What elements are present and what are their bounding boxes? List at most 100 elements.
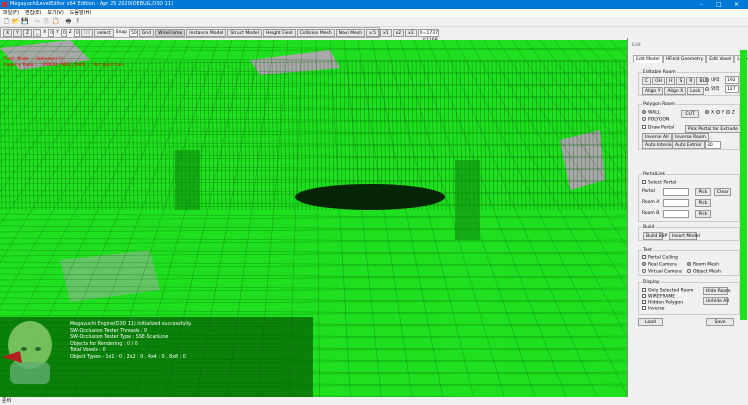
room-oh-button[interactable]: OH: [652, 77, 666, 85]
inner-input[interactable]: 192: [725, 76, 739, 84]
tab-edit-model[interactable]: Edit Model: [633, 55, 663, 63]
room-r-button[interactable]: R: [686, 77, 696, 85]
axis-none-button[interactable]: _: [32, 28, 42, 37]
real-camera-radio[interactable]: [642, 262, 646, 266]
select-portal-checkbox[interactable]: [642, 180, 646, 184]
room-b-input[interactable]: [663, 210, 689, 218]
polygon-radio[interactable]: [642, 117, 646, 121]
portal-culling-checkbox[interactable]: [642, 255, 646, 259]
inverse-room-button[interactable]: Inverse Room: [672, 133, 709, 141]
paste-icon[interactable]: 📋: [52, 18, 59, 25]
pick-room-b-button[interactable]: Pick: [695, 210, 711, 218]
tab-hfield-geometry[interactable]: HField Geometry: [662, 55, 707, 63]
group-label: PortalLink: [642, 172, 667, 177]
wall-radio[interactable]: [642, 110, 646, 114]
save-icon[interactable]: 💾: [21, 18, 28, 25]
y-input[interactable]: 0: [60, 28, 67, 37]
log-line: Megayuchi Engine(D3D 11) Initialized suc…: [70, 322, 192, 327]
only-selected-room-checkbox[interactable]: [642, 288, 646, 292]
scale-half-button[interactable]: x.5: [366, 28, 380, 37]
axis-z-button[interactable]: Z: [22, 28, 32, 37]
extrude-input[interactable]: 30: [705, 141, 721, 149]
new-file-icon[interactable]: 🗋: [3, 18, 10, 25]
instance-model-button[interactable]: Instance Model: [186, 28, 227, 37]
object-mesh-label: Object Mesh: [693, 269, 721, 275]
z-input[interactable]: 0: [73, 28, 80, 37]
load-button[interactable]: Load: [638, 318, 663, 326]
scale-2-button[interactable]: x2: [392, 28, 405, 37]
hide-room-button[interactable]: Hide Room: [703, 287, 731, 295]
select-button[interactable]: select: [94, 28, 114, 37]
axis-y-radio[interactable]: [715, 110, 720, 114]
collision-mesh-button[interactable]: Collision Mesh: [296, 28, 335, 37]
pick-room-a-button[interactable]: Pick: [695, 199, 711, 207]
portal-input[interactable]: [663, 188, 689, 196]
tab-edit-voxel[interactable]: Edit Voxel: [706, 55, 735, 63]
axis-y-button[interactable]: Y: [13, 28, 22, 37]
group-label: Test: [642, 248, 653, 253]
cut-button[interactable]: CUT: [681, 110, 699, 118]
height-field-button[interactable]: Height Field: [262, 28, 296, 37]
inverse-checkbox[interactable]: [642, 306, 646, 310]
help-icon[interactable]: ?: [74, 18, 81, 25]
x-input[interactable]: 0: [48, 28, 55, 37]
clear-button[interactable]: Clear: [714, 188, 731, 196]
insert-model-button[interactable]: Insert Model: [669, 232, 700, 240]
pick-portal-button[interactable]: Pick Portal for Extrude: [685, 125, 741, 133]
ok-button[interactable]: OK: [80, 28, 94, 37]
build-group: Build Build BSP Insert Model: [638, 225, 740, 241]
snap-input[interactable]: 50: [128, 28, 138, 37]
align-x-button[interactable]: Align X: [664, 87, 687, 95]
draw-portal-label: Draw Portal: [648, 125, 675, 131]
room-s-button[interactable]: S: [676, 77, 686, 85]
room-h-button[interactable]: H: [666, 77, 676, 85]
lock-button[interactable]: Lock: [687, 87, 704, 95]
print-icon[interactable]: 🖶: [65, 18, 72, 25]
open-folder-icon[interactable]: 📂: [12, 18, 19, 25]
hidden-polygon-checkbox[interactable]: [642, 300, 646, 304]
snap-label: Snap: [115, 30, 127, 35]
maximize-button[interactable]: □: [716, 0, 722, 9]
inner-radio[interactable]: [705, 77, 709, 82]
grid-button[interactable]: Grid: [138, 28, 155, 37]
scale-1-button[interactable]: x1: [380, 28, 392, 37]
save-button[interactable]: Save: [706, 318, 734, 326]
virtual-camera-radio[interactable]: [642, 269, 646, 273]
room-a-input[interactable]: [663, 199, 689, 207]
menu-file[interactable]: 파일(F): [3, 9, 19, 17]
build-bsp-button[interactable]: Build BSP: [643, 232, 667, 240]
wireframe-label: WIREFRAME: [648, 294, 676, 300]
outer-radio[interactable]: [705, 86, 709, 91]
menu-view[interactable]: 보기(V): [47, 9, 64, 17]
close-button[interactable]: ✕: [734, 0, 739, 9]
menu-help[interactable]: 도움말(H): [70, 9, 91, 17]
scale-3-button[interactable]: x3: [405, 28, 417, 37]
align-y-button[interactable]: Align Y: [642, 87, 664, 95]
cut-icon[interactable]: ✂: [34, 18, 41, 25]
pick-portal-link-button[interactable]: Pick: [695, 188, 711, 196]
gray-wall-patch: [560, 130, 605, 190]
unhide-all-button[interactable]: Unhide All: [703, 297, 729, 305]
axis-z-radio[interactable]: [725, 110, 730, 114]
dark-pit: [295, 184, 445, 210]
draw-portal-checkbox[interactable]: [642, 125, 646, 129]
inverse-all-button[interactable]: Inverse All: [642, 133, 672, 141]
menu-edit[interactable]: 편집(E): [25, 9, 41, 17]
wireframe-checkbox[interactable]: [642, 294, 646, 298]
gray-floor-patch: [60, 250, 160, 302]
copy-icon[interactable]: ⎘: [43, 18, 50, 25]
object-mesh-radio[interactable]: [687, 269, 691, 273]
axis-x-button[interactable]: X: [3, 28, 13, 37]
3d-viewport[interactable]: Tool Mode : Unknown(?) Camera Mode : CAM…: [0, 40, 627, 397]
axis-x-radio[interactable]: [705, 110, 709, 114]
wireframe-button[interactable]: WireFrame: [155, 28, 186, 37]
polygon-room-group: Polygon Room WALL POLYGON CUT X Y Z Draw…: [638, 102, 741, 150]
minimize-button[interactable]: –: [700, 0, 703, 9]
auto-exterior-button[interactable]: Auto Extrior: [672, 141, 705, 149]
pillar: [175, 150, 200, 210]
room-mesh-radio[interactable]: [687, 262, 691, 266]
outer-input[interactable]: 127: [725, 85, 739, 93]
room-c-button[interactable]: C: [642, 77, 652, 85]
struct-model-button[interactable]: Struct Model: [227, 28, 262, 37]
navi-mesh-button[interactable]: Navi Mesh: [335, 28, 366, 37]
